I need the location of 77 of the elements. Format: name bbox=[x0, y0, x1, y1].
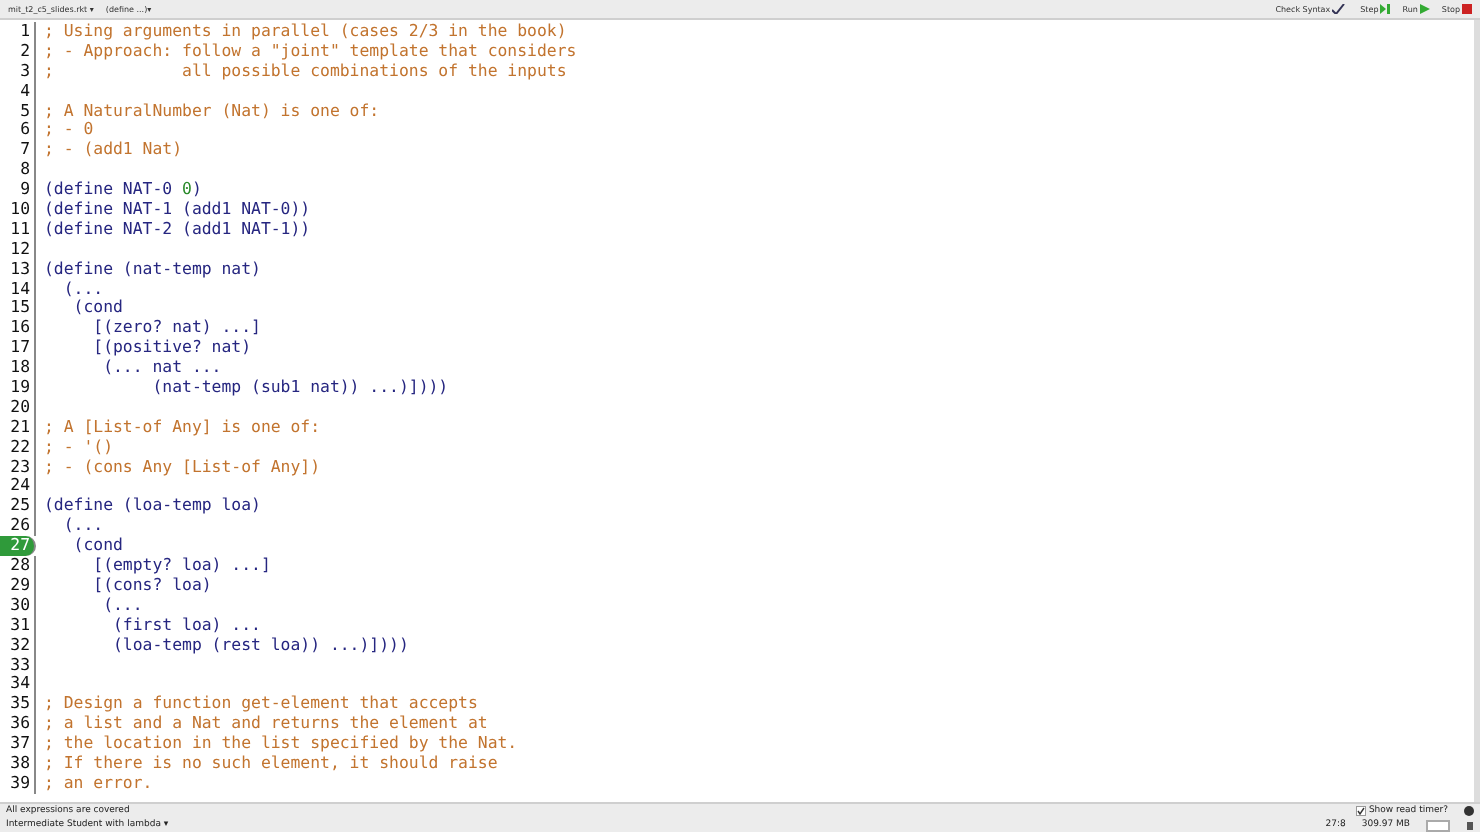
line-number: 4 bbox=[0, 81, 36, 102]
line-number: 24 bbox=[0, 476, 36, 497]
line-number: 13 bbox=[0, 259, 36, 280]
help-icon[interactable] bbox=[1464, 806, 1474, 816]
line-number: 32 bbox=[0, 635, 36, 656]
code-line: [(cons? loa) bbox=[91, 575, 212, 596]
code-line: ; - (add1 Nat) bbox=[42, 140, 183, 161]
line-number: 29 bbox=[0, 575, 36, 596]
line-number: 21 bbox=[0, 417, 36, 438]
code-line: (... bbox=[61, 516, 104, 537]
line-number: 3 bbox=[0, 61, 36, 82]
code-line: [(positive? nat) bbox=[91, 338, 252, 359]
line-number: 17 bbox=[0, 338, 36, 359]
line-number: 30 bbox=[0, 595, 36, 616]
checkbox[interactable] bbox=[1356, 806, 1367, 816]
code-line: (... bbox=[61, 279, 104, 299]
line-number: 37 bbox=[0, 734, 36, 754]
code-line: ; the location in the list specified by the Nat. bbox=[42, 734, 518, 754]
line-number: 31 bbox=[0, 615, 36, 636]
line-number: 7 bbox=[0, 140, 36, 161]
code-line: ; If there is no such element, it should raise bbox=[42, 753, 498, 774]
code-line: [(zero? nat) ...] bbox=[91, 318, 261, 339]
code-line: ; A NaturalNumber (Nat) is one of: bbox=[42, 101, 380, 121]
line-number: 2 bbox=[0, 41, 36, 62]
code-line: (loa-temp (rest loa)) ...)]))) bbox=[111, 635, 409, 656]
step-icon bbox=[1380, 4, 1391, 14]
play-icon bbox=[1419, 4, 1430, 14]
code-line: (cond bbox=[73, 298, 123, 319]
code-line: (define NAT-2 (add1 NAT-1)) bbox=[42, 219, 311, 240]
line-number: 19 bbox=[0, 378, 36, 398]
code-line: (cond bbox=[71, 536, 123, 557]
line-number: 9 bbox=[0, 180, 36, 201]
check-icon bbox=[1332, 4, 1349, 14]
line-number: 33 bbox=[0, 655, 36, 675]
line-number: 38 bbox=[0, 753, 36, 774]
code-line: ; - Approach: follow a "joint" template that considers bbox=[42, 41, 577, 62]
line-number: 11 bbox=[0, 219, 36, 240]
code-line: ; all possible combinations of the inputs bbox=[42, 61, 567, 82]
code-line: ; a list and a Nat and returns the element at bbox=[42, 714, 488, 735]
line-number: 36 bbox=[0, 714, 36, 735]
code-line: (... nat ... bbox=[101, 358, 222, 379]
code-line: [(empty? loa) ...] bbox=[91, 556, 271, 576]
code-line: (define (nat-temp nat) bbox=[42, 259, 261, 280]
code-line: ; an error. bbox=[42, 773, 153, 794]
line-number: 5 bbox=[0, 101, 36, 121]
line-number: 8 bbox=[0, 160, 36, 181]
line-number: 39 bbox=[0, 773, 36, 794]
line-number: 34 bbox=[0, 674, 36, 695]
line-number: 18 bbox=[0, 358, 36, 379]
line-number: 20 bbox=[0, 397, 36, 418]
line-number: 25 bbox=[0, 496, 36, 517]
line-number: 6 bbox=[0, 120, 36, 141]
line-number: 12 bbox=[0, 239, 36, 260]
code-line: (... bbox=[101, 595, 143, 616]
code-line: (define (loa-temp loa) bbox=[42, 496, 261, 517]
code-line: ; - (cons Any [List-of Any]) bbox=[42, 457, 321, 477]
line-number: 23 bbox=[0, 457, 36, 477]
line-number: 16 bbox=[0, 318, 36, 339]
code-line: (nat-temp (sub1 nat)) ...)]))) bbox=[150, 378, 449, 398]
code-line: (first loa) ... bbox=[111, 615, 261, 636]
line-number: 27 bbox=[0, 536, 36, 557]
code-line: ; - 0 bbox=[42, 120, 94, 141]
code-line: ; - '() bbox=[42, 437, 114, 458]
code-line: (define NAT-0 0) bbox=[42, 180, 202, 201]
code-line: ; Using arguments in parallel (cases 2/3 in the book) bbox=[42, 22, 567, 42]
line-number: 1 bbox=[0, 22, 36, 42]
stop-icon bbox=[1462, 4, 1472, 14]
line-number: 28 bbox=[0, 556, 36, 576]
line-number: 35 bbox=[0, 694, 36, 715]
gc-indicator bbox=[1426, 819, 1450, 831]
line-number: 14 bbox=[0, 279, 36, 299]
line-number: 15 bbox=[0, 298, 36, 319]
code-line: ; A [List-of Any] is one of: bbox=[42, 417, 321, 438]
line-number: 22 bbox=[0, 437, 36, 458]
line-number: 10 bbox=[0, 200, 36, 220]
code-line: (define NAT-1 (add1 NAT-0)) bbox=[42, 200, 311, 220]
code-line: ; Design a function get-element that accepts bbox=[42, 694, 478, 715]
